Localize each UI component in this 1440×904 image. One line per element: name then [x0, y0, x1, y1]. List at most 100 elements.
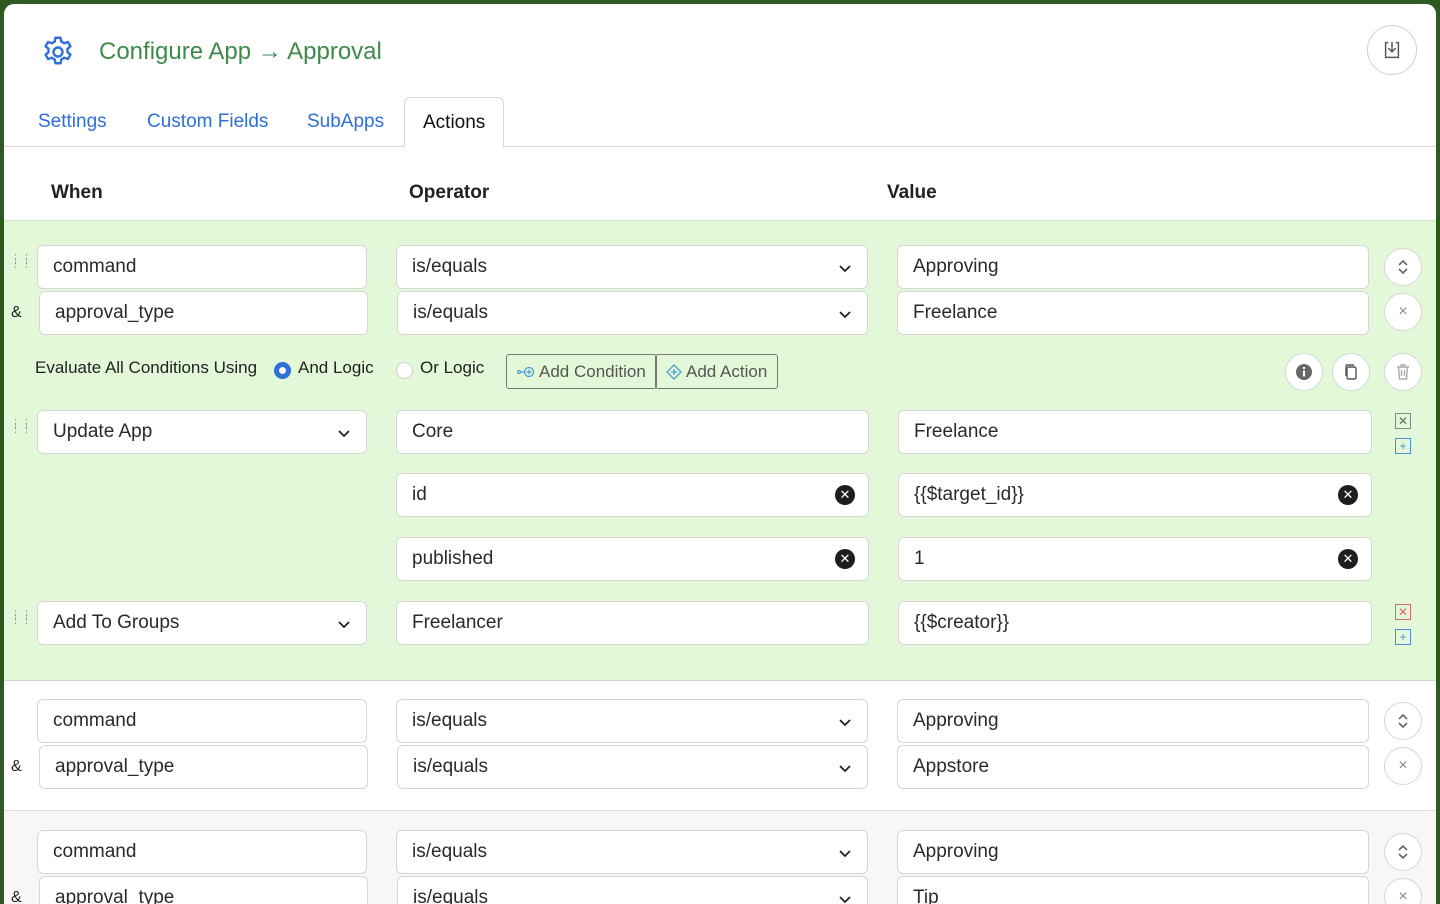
or-logic-radio[interactable] [396, 362, 413, 379]
chevron-up-down-icon [1398, 844, 1408, 860]
copy-icon [1345, 364, 1357, 380]
add-condition-label: Add Condition [539, 362, 646, 381]
add-condition-button[interactable]: Add Condition [506, 354, 657, 389]
clear-icon[interactable]: ✕ [835, 485, 855, 505]
info-button[interactable] [1285, 353, 1323, 391]
remove-condition-button[interactable]: × [1384, 293, 1422, 331]
param-key-value: published [412, 548, 494, 569]
remove-action-button[interactable]: ✕ [1395, 604, 1411, 620]
remove-condition-button[interactable]: × [1384, 747, 1422, 785]
chevron-down-icon [839, 311, 851, 319]
action-type-select[interactable]: Add To Groups [37, 601, 367, 645]
rule-block-collapsed: command is/equals Approving & approval_t… [4, 811, 1436, 904]
or-logic-label[interactable]: Or Logic [420, 358, 484, 378]
column-header-operator: Operator [409, 182, 490, 203]
tab-custom-fields[interactable]: Custom Fields [147, 97, 268, 147]
action-type-value: Update App [53, 421, 153, 442]
tab-subapps[interactable]: SubApps [307, 97, 384, 147]
collapse-toggle-button[interactable] [1384, 248, 1422, 286]
condition-value-input[interactable]: Approving [897, 245, 1369, 289]
plus-icon: + [1399, 439, 1407, 453]
tab-bar: Settings Custom Fields SubApps Actions [4, 97, 1436, 148]
param-value-text: 1 [914, 548, 925, 569]
chevron-down-icon [839, 265, 851, 273]
add-action-button[interactable]: Add Action [655, 354, 779, 389]
param-key-value: id [412, 484, 427, 505]
evaluate-label: Evaluate All Conditions Using [35, 358, 258, 377]
rule-block-expanded: ⋮⋮ ⋮⋮ command is/equals Approving & appro… [4, 220, 1436, 681]
drag-handle-icon[interactable]: ⋮⋮ ⋮⋮ [10, 610, 32, 629]
expand-toggle-button[interactable] [1384, 833, 1422, 871]
condition-field-input[interactable]: approval_type [39, 745, 368, 789]
condition-field-input[interactable]: command [37, 699, 367, 743]
and-joiner: & [11, 304, 22, 321]
tab-actions[interactable]: Actions [404, 97, 505, 148]
chevron-down-icon [839, 896, 851, 904]
add-param-button[interactable]: + [1395, 438, 1411, 454]
condition-operator-select[interactable]: is/equals [396, 830, 868, 874]
param-value-text: {{$target_id}} [914, 484, 1024, 505]
app-window: Configure App → Approval Settings Custom… [4, 4, 1436, 904]
chevron-down-icon [839, 765, 851, 773]
clear-icon[interactable]: ✕ [835, 549, 855, 569]
add-param-button[interactable]: + [1395, 629, 1411, 645]
condition-operator-select[interactable]: is/equals [397, 745, 868, 789]
clear-icon[interactable]: ✕ [1338, 485, 1358, 505]
close-icon: ✕ [1397, 605, 1409, 619]
delete-rule-button[interactable] [1384, 353, 1422, 391]
condition-value-input[interactable]: Appstore [897, 745, 1369, 789]
chevron-down-icon [338, 621, 350, 629]
download-icon [1384, 41, 1400, 59]
info-icon [1296, 364, 1312, 380]
action-type-value: Add To Groups [53, 612, 180, 633]
condition-operator-select[interactable]: is/equals [397, 876, 868, 904]
condition-operator-value: is/equals [412, 710, 487, 731]
remove-action-button[interactable]: ✕ [1395, 413, 1411, 429]
plus-icon: + [1399, 630, 1407, 644]
param-key-input[interactable]: id ✕ [396, 473, 869, 517]
condition-value-input[interactable]: Approving [897, 699, 1369, 743]
and-joiner: & [11, 758, 22, 775]
condition-operator-select[interactable]: is/equals [396, 699, 868, 743]
and-logic-radio[interactable] [274, 362, 291, 379]
add-action-icon [666, 363, 682, 380]
condition-operator-select[interactable]: is/equals [396, 245, 868, 289]
action-target-input[interactable]: Freelancer [396, 601, 869, 645]
action-target-input[interactable]: Core [396, 410, 869, 454]
close-icon: × [1398, 303, 1408, 320]
trash-icon [1397, 364, 1409, 380]
chevron-down-icon [839, 719, 851, 727]
remove-condition-button[interactable]: × [1384, 878, 1422, 904]
condition-value-input[interactable]: Approving [897, 830, 1369, 874]
add-action-label: Add Action [686, 362, 768, 381]
expand-toggle-button[interactable] [1384, 702, 1422, 740]
condition-field-input[interactable]: command [37, 245, 367, 289]
param-value-input[interactable]: {{$target_id}} ✕ [898, 473, 1372, 517]
drag-handle-icon[interactable]: ⋮⋮ ⋮⋮ [10, 254, 32, 273]
condition-field-input[interactable]: command [37, 830, 367, 874]
condition-field-input[interactable]: approval_type [39, 291, 368, 335]
clear-icon[interactable]: ✕ [1338, 549, 1358, 569]
param-value-input[interactable]: 1 ✕ [898, 537, 1372, 581]
drag-handle-icon[interactable]: ⋮⋮ ⋮⋮ [10, 419, 32, 438]
close-icon: × [1398, 888, 1408, 904]
tab-settings[interactable]: Settings [38, 97, 107, 147]
duplicate-button[interactable] [1332, 353, 1370, 391]
param-key-input[interactable]: published ✕ [396, 537, 869, 581]
action-value-input[interactable]: {{$creator}} [898, 601, 1372, 645]
download-button[interactable] [1367, 25, 1417, 75]
condition-value-input[interactable]: Tip [897, 876, 1369, 904]
chevron-down-icon [839, 850, 851, 858]
column-header-when: When [51, 182, 103, 203]
action-type-select[interactable]: Update App [37, 410, 367, 454]
gear-icon[interactable] [40, 34, 76, 70]
close-icon: × [1398, 757, 1408, 774]
condition-operator-select[interactable]: is/equals [397, 291, 868, 335]
and-logic-label[interactable]: And Logic [298, 358, 374, 378]
action-value-input[interactable]: Freelance [898, 410, 1372, 454]
condition-value-input[interactable]: Freelance [897, 291, 1369, 335]
condition-field-input[interactable]: approval_type [39, 876, 368, 904]
rule-block-collapsed: command is/equals Approving & approval_t… [4, 681, 1436, 811]
column-header-value: Value [887, 182, 937, 203]
close-icon: ✕ [1397, 414, 1409, 428]
